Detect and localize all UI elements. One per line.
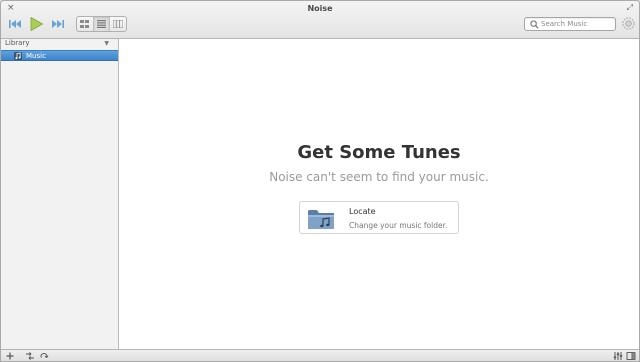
skip-back-icon[interactable] xyxy=(7,16,23,32)
locate-music-folder-button[interactable]: Locate Change your music folder. xyxy=(299,201,459,234)
grid-view-icon xyxy=(80,20,90,28)
sidebar-section-label: Library xyxy=(5,39,30,47)
repeat-icon[interactable] xyxy=(39,351,49,361)
search-box xyxy=(524,17,616,31)
search-icon xyxy=(530,20,539,29)
add-icon[interactable] xyxy=(5,351,15,361)
sidebar-item-music[interactable]: Music xyxy=(1,50,118,61)
shuffle-icon[interactable] xyxy=(25,351,35,361)
column-view-button[interactable] xyxy=(110,17,126,31)
search-input[interactable] xyxy=(541,18,613,30)
window-title: Noise xyxy=(307,4,333,13)
play-icon[interactable] xyxy=(28,16,44,32)
app-window: × Noise ⤢ Search Music Library ▼ Music G… xyxy=(0,0,640,362)
skip-forward-icon[interactable] xyxy=(50,16,66,32)
list-view-button[interactable] xyxy=(93,17,111,31)
view-mode-switcher xyxy=(76,16,127,32)
equalizer-icon[interactable] xyxy=(613,351,623,361)
welcome-subtitle: Noise can't seem to find your music. xyxy=(269,170,489,184)
list-view-icon xyxy=(97,20,106,28)
main-content: Get Some Tunes Noise can't seem to find … xyxy=(119,39,639,349)
welcome-title: Get Some Tunes xyxy=(297,142,461,163)
grid-view-button[interactable] xyxy=(77,17,94,31)
music-folder-icon xyxy=(308,210,334,229)
header-bar: × Noise ⤢ xyxy=(1,1,639,39)
music-note-icon xyxy=(14,52,22,60)
column-view-icon xyxy=(113,20,124,28)
info-panel-icon[interactable] xyxy=(626,351,636,361)
sidebar: Library ▼ Music xyxy=(1,39,119,349)
locate-title: Locate xyxy=(349,207,376,216)
sidebar-section-library[interactable]: Library ▼ xyxy=(1,39,118,49)
maximize-window-button[interactable]: ⤢ xyxy=(627,3,633,13)
sidebar-item-label: Music xyxy=(26,52,46,60)
locate-subtitle: Change your music folder. xyxy=(349,221,448,230)
app-menu-gear-icon[interactable] xyxy=(622,17,635,30)
bottom-bar xyxy=(1,349,639,361)
collapse-arrow-icon[interactable]: ▼ xyxy=(104,40,109,47)
